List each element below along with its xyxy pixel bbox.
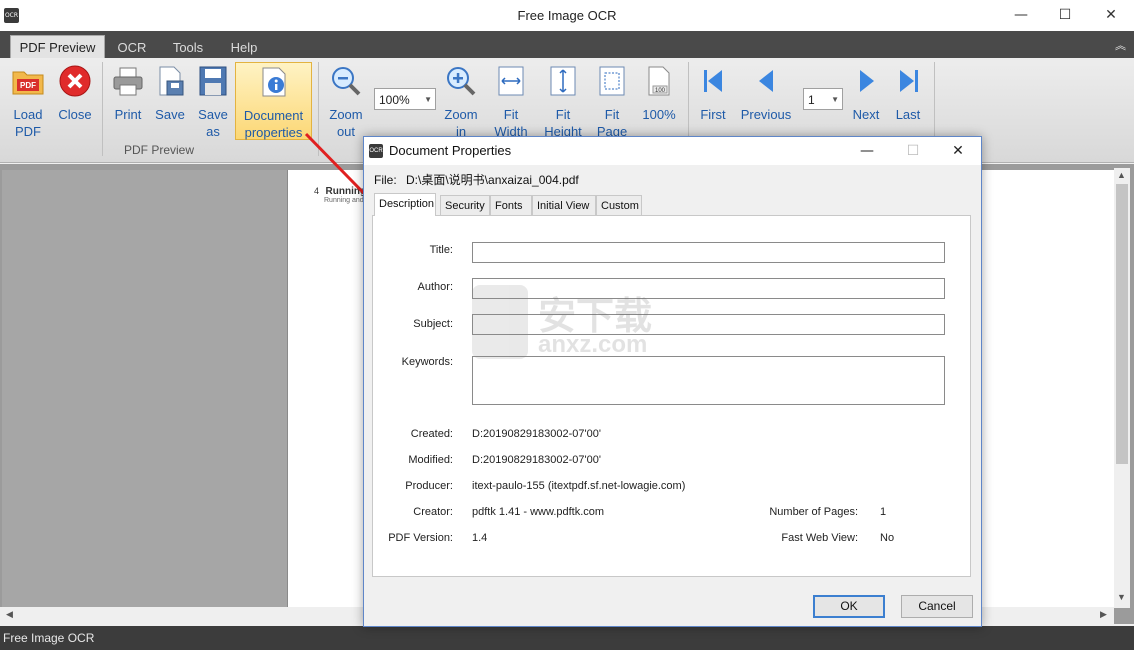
tab-fonts[interactable]: Fonts: [490, 195, 532, 215]
modified-value: D:20190829183002-07'00': [472, 454, 601, 466]
producer-label: Producer:: [405, 480, 453, 492]
creator-label: Creator:: [413, 506, 453, 518]
file-label: File:: [374, 173, 397, 187]
creator-value: pdftk 1.41 - www.pdftk.com: [472, 506, 605, 518]
keywords-label: Keywords:: [401, 356, 453, 368]
file-path-value: D:\桌面\说明书\anxaizai_004.pdf: [406, 173, 579, 187]
number-of-pages-value: 1: [880, 506, 887, 518]
keywords-field[interactable]: [472, 356, 945, 405]
ok-button[interactable]: OK: [813, 595, 885, 618]
dialog-close-button[interactable]: ✕: [935, 137, 981, 165]
subject-label: Subject:: [413, 318, 453, 330]
dialog-title-bar: OCR Document Properties — ☐ ✕: [364, 137, 981, 165]
tab-security[interactable]: Security: [440, 195, 490, 215]
tab-custom[interactable]: Custom: [596, 195, 642, 215]
title-field[interactable]: [472, 242, 945, 263]
title-label: Title:: [429, 244, 453, 256]
fast-web-view-label: Fast Web View:: [781, 532, 858, 544]
dialog-maximize-button: ☐: [906, 143, 920, 159]
description-panel: Title: Author: Subject: Keywords: Create…: [372, 215, 971, 577]
file-path-line: File: D:\桌面\说明书\anxaizai_004.pdf: [374, 171, 579, 188]
pdf-version-value: 1.4: [472, 532, 488, 544]
dialog-app-icon: OCR: [369, 144, 383, 158]
fast-web-view-value: No: [880, 532, 895, 544]
author-field[interactable]: [472, 278, 945, 299]
number-of-pages-label: Number of Pages:: [769, 506, 858, 518]
modified-label: Modified:: [408, 454, 453, 466]
created-label: Created:: [410, 428, 453, 440]
tab-initial-view[interactable]: Initial View: [532, 195, 596, 215]
subject-field[interactable]: [472, 314, 945, 335]
created-value: D:20190829183002-07'00': [472, 428, 601, 440]
document-properties-dialog: OCR Document Properties — ☐ ✕ File: D:\桌…: [363, 136, 982, 627]
tab-description[interactable]: Description: [374, 193, 436, 216]
cancel-button[interactable]: Cancel: [901, 595, 973, 618]
author-label: Author:: [417, 281, 453, 293]
producer-value: itext-paulo-155 (itextpdf.sf.net-lowagie…: [472, 480, 686, 492]
dialog-minimize-button[interactable]: —: [844, 137, 890, 165]
dialog-title: Document Properties: [389, 143, 512, 158]
pdf-version-label: PDF Version:: [388, 532, 453, 544]
